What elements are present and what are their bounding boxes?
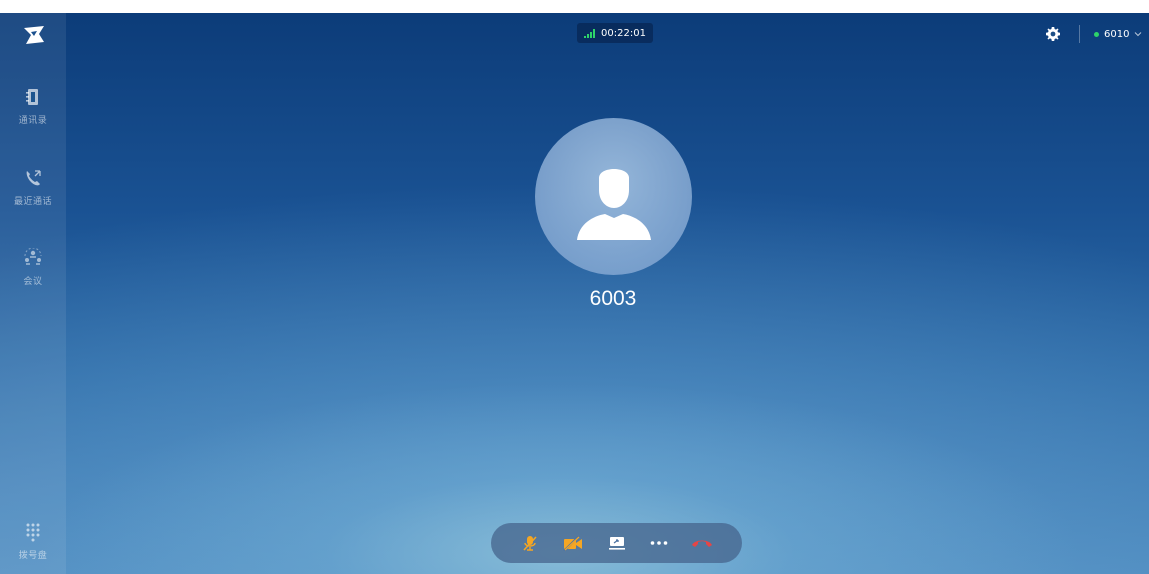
- hang-up-button[interactable]: [691, 533, 713, 553]
- sidebar: 通讯录 最近通话 会议 拨号盘: [0, 13, 66, 574]
- call-timer: 00:22:01: [577, 23, 653, 43]
- call-duration: 00:22:01: [601, 27, 646, 39]
- app-logo-icon[interactable]: [22, 24, 46, 46]
- sidebar-item-meeting[interactable]: 会议: [0, 248, 66, 308]
- meeting-icon: [24, 248, 42, 265]
- chevron-down-icon: [1135, 32, 1142, 37]
- sidebar-item-label: 通讯录: [18, 116, 48, 126]
- header-divider: [1079, 25, 1080, 43]
- hang-up-icon: [692, 540, 712, 547]
- video-button[interactable]: [562, 533, 584, 553]
- more-button[interactable]: [648, 533, 670, 553]
- sidebar-item-recent-calls[interactable]: 最近通话: [0, 168, 66, 228]
- sidebar-item-label: 会议: [23, 277, 43, 287]
- more-icon: [650, 541, 668, 545]
- dialpad-icon: [26, 523, 40, 542]
- recent-calls-icon: [26, 170, 41, 186]
- status-indicator: [1094, 31, 1099, 37]
- avatar: [535, 118, 692, 275]
- sidebar-item-label: 拨号盘: [18, 551, 48, 561]
- mute-button[interactable]: [519, 533, 541, 553]
- camera-off-icon: [563, 535, 582, 551]
- microphone-muted-icon: [523, 535, 537, 551]
- caller-number: 6003: [589, 287, 637, 310]
- signal-strength-icon: [584, 29, 596, 38]
- account-number: 6010: [1104, 28, 1130, 40]
- sidebar-item-label: 最近通话: [13, 197, 52, 207]
- account-selector[interactable]: 6010: [1094, 26, 1142, 42]
- contacts-icon: [26, 89, 38, 105]
- call-control-bar: [491, 523, 742, 563]
- sidebar-item-contacts[interactable]: 通讯录: [0, 87, 66, 147]
- gear-icon[interactable]: [1045, 26, 1061, 42]
- user-icon: [576, 168, 651, 240]
- screen-share-button[interactable]: [606, 533, 628, 553]
- sidebar-item-dialpad[interactable]: 拨号盘: [0, 522, 66, 574]
- call-window: 通讯录 最近通话 会议 拨号盘 00:22:01 6010 6003: [0, 13, 1149, 574]
- screen-share-icon: [609, 537, 625, 550]
